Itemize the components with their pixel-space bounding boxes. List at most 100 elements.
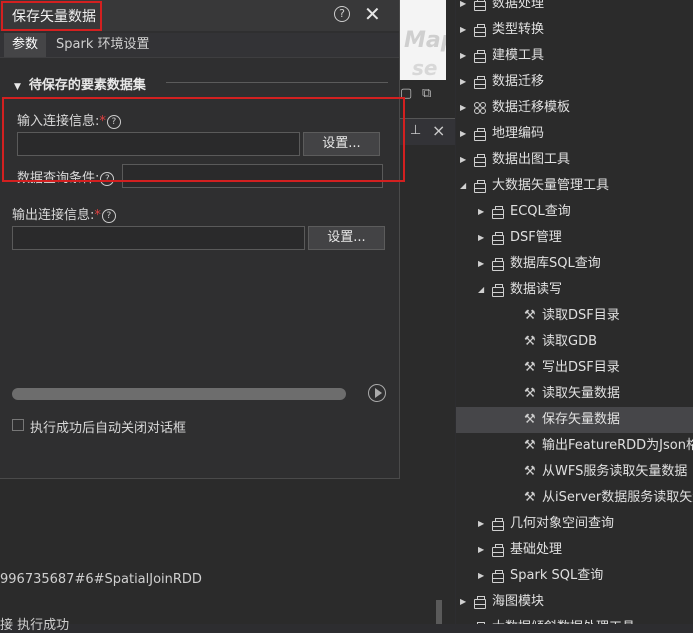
tree-node-label: DSF管理 — [510, 230, 562, 245]
tree-node[interactable]: ⚒ 写出DSF目录 — [456, 355, 693, 381]
map-preview: Map se — [400, 0, 446, 80]
tree-node[interactable]: ▶ DSF管理 — [456, 225, 693, 251]
dialog-title: 保存矢量数据 — [12, 9, 96, 25]
input-connection-label-text: 输入连接信息: — [17, 114, 100, 129]
dialog-title-bar[interactable]: 保存矢量数据 ? ✕ — [0, 0, 399, 31]
toolbox-icon — [492, 258, 504, 271]
wrench-icon: ⚒ — [524, 464, 536, 479]
input-connection-field[interactable] — [17, 132, 300, 156]
tree-node[interactable]: ⚒ 读取DSF目录 — [456, 303, 693, 329]
collapsed-arrow-icon[interactable]: ▶ — [460, 17, 466, 43]
toolbox-icon — [492, 232, 504, 245]
tree-node[interactable]: ▶ 数据出图工具 — [456, 147, 693, 173]
expanded-arrow-icon[interactable]: ◢ — [460, 173, 466, 199]
toolbox-icon — [492, 518, 504, 531]
toolbox-icon — [474, 0, 486, 11]
tree-node[interactable]: ⚒ 保存矢量数据 — [456, 407, 693, 433]
copy-icon[interactable]: ⧉ — [422, 86, 431, 101]
tree-node[interactable]: ▶ Spark SQL查询 — [456, 563, 693, 589]
auto-close-label: 执行成功后自动关闭对话框 — [30, 421, 187, 436]
toolbox-icon — [474, 180, 486, 193]
close-icon[interactable]: ✕ — [364, 2, 381, 26]
tree-node[interactable]: ▶ 大数据倾斜数据处理工具 — [456, 615, 693, 624]
tree-node[interactable]: ▶ 数据处理 — [456, 0, 693, 17]
tree-node[interactable]: ▶ ECQL查询 — [456, 199, 693, 225]
collapsed-arrow-icon[interactable]: ▶ — [478, 199, 484, 225]
toolbox-icon — [474, 76, 486, 89]
tree-node-label: 海图模块 — [492, 594, 545, 609]
toolbox-icon — [492, 570, 504, 583]
grid-icon — [474, 102, 486, 114]
collapsed-arrow-icon[interactable]: ▶ — [478, 251, 484, 277]
tree-node[interactable]: ▶ 几何对象空间查询 — [456, 511, 693, 537]
collapse-triangle-icon[interactable]: ▼ — [14, 82, 21, 92]
run-play-icon[interactable] — [368, 384, 386, 402]
question-icon[interactable]: ? — [106, 114, 121, 129]
collapsed-arrow-icon[interactable]: ▶ — [460, 69, 466, 95]
dialog-tabs: 参数 Spark 环境设置 — [0, 33, 399, 58]
collapsed-arrow-icon[interactable]: ▶ — [460, 95, 466, 121]
tree-node-label: 数据迁移 — [492, 74, 545, 89]
tree-node[interactable]: ▶ 建模工具 — [456, 43, 693, 69]
output-connection-field[interactable] — [12, 226, 305, 250]
tree-node-label: 类型转换 — [492, 22, 545, 37]
tree-node[interactable]: ◢ 数据读写 — [456, 277, 693, 303]
query-condition-field[interactable] — [122, 164, 383, 188]
tree-node-label: 几何对象空间查询 — [510, 516, 615, 531]
close-icon[interactable]: × — [432, 121, 445, 140]
toolbox-icon — [474, 128, 486, 141]
tree-node[interactable]: ▶ 类型转换 — [456, 17, 693, 43]
tree-node[interactable]: ⚒ 从WFS服务读取矢量数据 — [456, 459, 693, 485]
tree-node-label: 数据库SQL查询 — [510, 256, 601, 271]
tree-node-label: 数据读写 — [510, 282, 563, 297]
collapsed-arrow-icon[interactable]: ▶ — [460, 589, 466, 615]
help-icon[interactable]: ? — [334, 6, 350, 22]
output-connection-setup-button[interactable]: 设置... — [308, 226, 385, 250]
output-scroll-thumb[interactable] — [436, 600, 442, 624]
auto-close-checkbox[interactable] — [12, 419, 24, 431]
tree-node[interactable]: ▶ 数据迁移 — [456, 69, 693, 95]
output-scrollbar[interactable] — [434, 170, 444, 624]
toolbox-icon — [474, 596, 486, 609]
pin-icon[interactable]: ⊥ — [410, 123, 421, 138]
tree-node-label: 写出DSF目录 — [542, 360, 620, 375]
required-mark: * — [94, 208, 101, 223]
expanded-arrow-icon[interactable]: ◢ — [478, 277, 484, 303]
tree-node-label: 读取矢量数据 — [542, 386, 621, 401]
collapsed-arrow-icon[interactable]: ▶ — [478, 563, 484, 589]
collapsed-arrow-icon[interactable]: ▶ — [478, 225, 484, 251]
collapsed-arrow-icon[interactable]: ▶ — [478, 511, 484, 537]
output-connection-label-text: 输出连接信息: — [12, 208, 95, 223]
tree-node[interactable]: ⚒ 从iServer数据服务读取矢量数据 — [456, 485, 693, 511]
output-connection-label: 输出连接信息:*? — [12, 204, 116, 223]
tree-node-label: 输出FeatureRDD为Json格式 — [542, 438, 693, 453]
tree-node[interactable]: ▶ 海图模块 — [456, 589, 693, 615]
tree-node[interactable]: ⚒ 读取矢量数据 — [456, 381, 693, 407]
tab-spark-settings[interactable]: Spark 环境设置 — [56, 33, 149, 57]
collapsed-arrow-icon[interactable]: ▶ — [460, 43, 466, 69]
tree-node[interactable]: ⚒ 输出FeatureRDD为Json格式 — [456, 433, 693, 459]
collapsed-arrow-icon[interactable]: ▶ — [460, 147, 466, 173]
question-icon[interactable]: ? — [100, 171, 115, 186]
tree-node[interactable]: ▶ 数据迁移模板 — [456, 95, 693, 121]
collapsed-arrow-icon[interactable]: ▶ — [460, 121, 466, 147]
collapsed-arrow-icon[interactable]: ▶ — [478, 537, 484, 563]
tree-node[interactable]: ▶ 数据库SQL查询 — [456, 251, 693, 277]
tree-node-label: 从WFS服务读取矢量数据 — [542, 464, 688, 479]
collapsed-arrow-icon[interactable]: ▶ — [460, 0, 466, 17]
section-header[interactable]: ▼ 待保存的要素数据集 — [14, 74, 146, 93]
tree-node-label: ECQL查询 — [510, 204, 571, 219]
collapsed-arrow-icon[interactable]: ▶ — [460, 615, 466, 624]
window-icon[interactable]: ▢ — [400, 86, 412, 101]
tab-parameters[interactable]: 参数 — [4, 33, 47, 57]
tree-node[interactable]: ▶ 地理编码 — [456, 121, 693, 147]
tree-node-label: 数据处理 — [492, 0, 545, 11]
tree-node-label: 地理编码 — [492, 126, 545, 141]
required-mark: * — [99, 114, 106, 129]
question-icon[interactable]: ? — [101, 208, 116, 223]
toolbox-icon — [474, 24, 486, 37]
tree-node[interactable]: ⚒ 读取GDB — [456, 329, 693, 355]
tree-node[interactable]: ▶ 基础处理 — [456, 537, 693, 563]
tree-node[interactable]: ◢ 大数据矢量管理工具 — [456, 173, 693, 199]
input-connection-setup-button[interactable]: 设置... — [303, 132, 380, 156]
